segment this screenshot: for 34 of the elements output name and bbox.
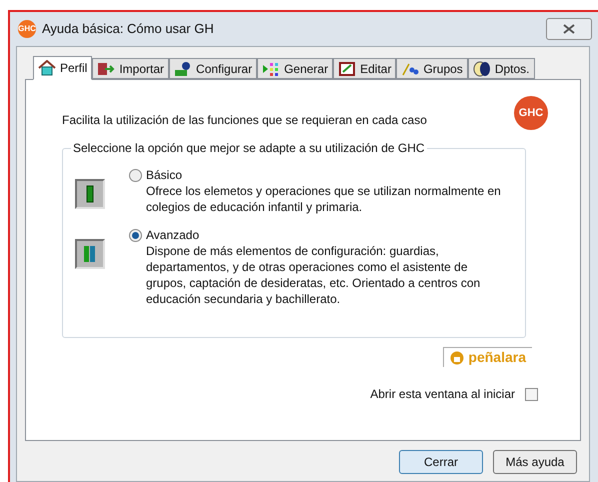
ghc-logo: GHC bbox=[514, 96, 548, 130]
grid-icon bbox=[262, 60, 280, 76]
option-description: Ofrece los elemetos y operaciones que se utilizan normalmente en colegios de educación infantil y primaria. bbox=[145, 183, 501, 215]
startup-checkbox[interactable] bbox=[525, 388, 538, 400]
window-title: Ayuda básica: Cómo usar GH bbox=[42, 20, 214, 38]
book-icon bbox=[75, 179, 105, 209]
dialog-button[interactable]: Cerrar bbox=[399, 450, 483, 474]
close-icon bbox=[563, 24, 575, 34]
radio-button[interactable] bbox=[129, 228, 142, 242]
startup-label: Abrir esta ventana al iniciar bbox=[370, 386, 515, 403]
tab[interactable]: Configurar bbox=[169, 58, 258, 79]
book-icon bbox=[75, 239, 105, 269]
house-icon bbox=[38, 60, 56, 76]
close-button[interactable] bbox=[546, 18, 592, 40]
tab[interactable]: Grupos bbox=[396, 58, 468, 79]
option-description: Dispone de más elementos de configuración: guardias, departamentos, y de otras operaciones como el asistente de grupos, captación de desideratas, etc. Orientado a centros con educación secundaria y bachillerato. bbox=[145, 243, 482, 307]
app-logo: GHC bbox=[18, 20, 36, 38]
tab[interactable]: Dptos. bbox=[468, 58, 534, 79]
tab[interactable]: Generar bbox=[257, 58, 334, 79]
arrow-icon bbox=[97, 60, 116, 76]
faces-icon bbox=[472, 60, 491, 76]
person-icon bbox=[174, 60, 192, 76]
tab[interactable]: Importar bbox=[92, 58, 170, 79]
radio-button[interactable] bbox=[129, 168, 142, 182]
brand-logo: peñalara bbox=[443, 347, 532, 367]
group-title: Seleccione la opción que mejor se adapte a su utilización de GHC bbox=[71, 141, 427, 155]
edit-icon bbox=[338, 60, 356, 76]
dialog-button[interactable]: Más ayuda bbox=[493, 450, 577, 474]
intro-text: Facilita la utilización de las funciones que se requieran en cada caso bbox=[62, 112, 427, 129]
face-icon bbox=[450, 350, 464, 364]
tab[interactable]: Editar bbox=[333, 58, 396, 79]
radio-option[interactable]: Avanzado bbox=[129, 227, 501, 243]
tab[interactable]: Perfil bbox=[33, 56, 92, 80]
radio-option[interactable]: Básico bbox=[129, 167, 501, 183]
